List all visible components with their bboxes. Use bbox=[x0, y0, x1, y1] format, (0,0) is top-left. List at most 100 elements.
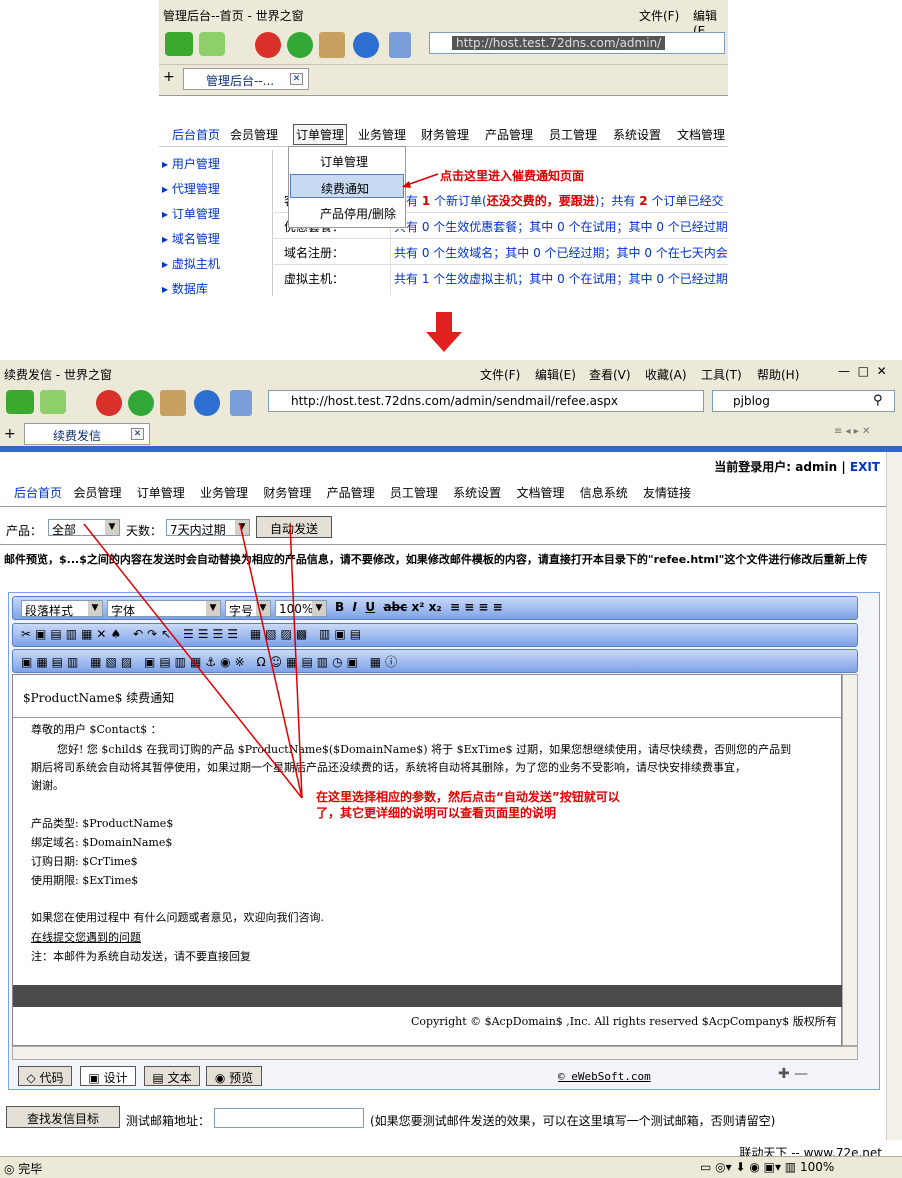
close-icon[interactable]: ✕ bbox=[131, 428, 144, 440]
nav1-docs[interactable]: 文档管理 bbox=[677, 126, 725, 143]
home-icon[interactable] bbox=[319, 32, 345, 58]
mode-preview[interactable]: ◉ 预览 bbox=[206, 1066, 262, 1086]
undo-close-icon[interactable] bbox=[194, 390, 220, 416]
toolbar-edit[interactable]: ✂▣▤▥▦✕♠ ↶↷↖ ☰☰☰☰ ▦▧▨▩ ▥▣▤ bbox=[12, 623, 858, 647]
close-icon[interactable]: ✕ bbox=[290, 73, 303, 85]
stop-icon[interactable] bbox=[255, 32, 281, 58]
toolbar-insert[interactable]: ▣▦▤▥ ▦▧▨ ▣▤▥▦⚓◉※ Ω☺▦▤▥◷▣ ▦ⓘ bbox=[12, 649, 858, 673]
nav1-settings[interactable]: 系统设置 bbox=[613, 126, 661, 143]
editor-content[interactable]: $ProductName$ 续费通知 尊敬的用户 $Contact$ ： 您好!… bbox=[12, 674, 843, 1046]
nav1-staff[interactable]: 员工管理 bbox=[549, 126, 597, 143]
browser2-address[interactable]: http://host.test.72dns.com/admin/sendmai… bbox=[268, 390, 704, 412]
nav2-business[interactable]: 业务管理 bbox=[200, 486, 248, 500]
sidebar-icon[interactable] bbox=[389, 32, 411, 58]
nav2-staff[interactable]: 员工管理 bbox=[390, 486, 438, 500]
left1-order[interactable]: ▸ 订单管理 bbox=[162, 205, 220, 222]
browser1-tab[interactable]: 管理后台--... ✕ bbox=[183, 68, 309, 90]
nav1-finance[interactable]: 财务管理 bbox=[421, 126, 469, 143]
nav2-member[interactable]: 会员管理 bbox=[73, 486, 121, 500]
nav1-home[interactable]: 后台首页 bbox=[172, 126, 220, 143]
menu2-help[interactable]: 帮助(H) bbox=[757, 366, 799, 383]
down-arrow-icon bbox=[426, 312, 462, 352]
mail-copyright: Copyright © $AcpDomain$ ,Inc. All rights… bbox=[411, 1015, 837, 1028]
new-tab-icon[interactable]: + bbox=[4, 426, 16, 442]
product-select[interactable]: 全部 bbox=[48, 519, 120, 537]
product-label: 产品： bbox=[6, 524, 43, 538]
nav2-order[interactable]: 订单管理 bbox=[137, 486, 185, 500]
insert-icons[interactable]: ▣▦▤▥ ▦▧▨ ▣▤▥▦⚓◉※ Ω☺▦▤▥◷▣ ▦ⓘ bbox=[21, 653, 401, 670]
refresh-icon[interactable] bbox=[287, 32, 313, 58]
nav2-finance[interactable]: 财务管理 bbox=[263, 486, 311, 500]
refresh-icon[interactable] bbox=[128, 390, 154, 416]
exit-link[interactable]: EXIT bbox=[850, 460, 880, 474]
home-icon[interactable] bbox=[160, 390, 186, 416]
nav1-business[interactable]: 业务管理 bbox=[358, 126, 406, 143]
sidebar-icon[interactable] bbox=[230, 390, 252, 416]
format-buttons[interactable]: B I U abc x² x₂ ≡ ≡ ≡ ≡ bbox=[335, 600, 503, 614]
auto-send-button[interactable]: 自动发送 bbox=[256, 516, 332, 538]
ewebsoft-link[interactable]: © eWebSoft.com bbox=[558, 1070, 651, 1083]
menu2-edit[interactable]: 编辑(E) bbox=[535, 366, 576, 383]
dropdown-product-disable[interactable]: 产品停用/删除 bbox=[290, 200, 404, 224]
menu2-tools[interactable]: 工具(T) bbox=[701, 366, 742, 383]
left1-domain[interactable]: ▸ 域名管理 bbox=[162, 230, 220, 247]
left1-agent[interactable]: ▸ 代理管理 bbox=[162, 180, 220, 197]
row4-label: 虚拟主机： bbox=[284, 272, 345, 286]
nav2-home[interactable]: 后台首页 bbox=[14, 486, 62, 500]
left1-vhost[interactable]: ▸ 虚拟主机 bbox=[162, 255, 220, 272]
mail-field-date: 订购日期: $CrTime$ bbox=[31, 855, 138, 868]
forward-icon[interactable] bbox=[40, 390, 66, 414]
left1-user[interactable]: ▸ 用户管理 bbox=[162, 155, 220, 172]
font-select[interactable]: 字体 bbox=[107, 600, 221, 618]
resize-icons[interactable]: ✚ — bbox=[778, 1066, 808, 1082]
mode-design[interactable]: ▣ 设计 bbox=[80, 1066, 136, 1086]
left1-db[interactable]: ▸ 数据库 bbox=[162, 280, 208, 297]
mail-field-domain: 绑定域名: $DomainName$ bbox=[31, 836, 173, 849]
zoom-select[interactable]: 100% bbox=[275, 600, 327, 617]
browser1-address[interactable]: http://host.test.72dns.com/admin/ bbox=[429, 32, 725, 54]
nav1-member[interactable]: 会员管理 bbox=[230, 126, 278, 143]
mode-text[interactable]: ▤ 文本 bbox=[144, 1066, 200, 1086]
nav2-info[interactable]: 信息系统 bbox=[580, 486, 628, 500]
nav2-product[interactable]: 产品管理 bbox=[327, 486, 375, 500]
test-email-input[interactable] bbox=[214, 1108, 364, 1128]
stop-icon[interactable] bbox=[96, 390, 122, 416]
menu2-fav[interactable]: 收藏(A) bbox=[645, 366, 687, 383]
days-select[interactable]: 7天内过期 bbox=[166, 519, 250, 537]
editor-scrollbar[interactable] bbox=[842, 674, 858, 1046]
status-icons[interactable]: ▭ ◎▾ ⬇ ◉ ▣▾ ▥ 100% bbox=[700, 1160, 834, 1174]
undo-close-icon[interactable] bbox=[353, 32, 379, 58]
nav2-settings[interactable]: 系统设置 bbox=[453, 486, 501, 500]
editor-hscrollbar[interactable] bbox=[12, 1046, 858, 1060]
search-icon[interactable]: ⚲ bbox=[873, 393, 883, 408]
menu2-view[interactable]: 查看(V) bbox=[589, 366, 631, 383]
new-tab-icon[interactable]: + bbox=[163, 69, 175, 85]
find-target-button[interactable]: 查找发信目标 bbox=[6, 1106, 120, 1128]
forward-icon[interactable] bbox=[199, 32, 225, 56]
size-select[interactable]: 字号 bbox=[225, 600, 271, 618]
page-scrollbar[interactable] bbox=[886, 452, 902, 1140]
dropdown-renew-notice[interactable]: 续费通知 bbox=[290, 174, 404, 198]
mail-field-type: 产品类型: $ProductName$ bbox=[31, 817, 174, 830]
menu-file[interactable]: 文件(F) bbox=[639, 7, 679, 24]
tab-nav-icons[interactable]: ≡ ◂ ▸ ✕ bbox=[834, 426, 870, 437]
mode-code[interactable]: ◇ 代码 bbox=[18, 1066, 72, 1086]
nav1-order[interactable]: 订单管理 bbox=[293, 124, 348, 145]
dropdown-order-manage[interactable]: 订单管理 bbox=[290, 148, 404, 172]
edit-icons[interactable]: ✂▣▤▥▦✕♠ ↶↷↖ ☰☰☰☰ ▦▧▨▩ ▥▣▤ bbox=[21, 627, 365, 641]
mail-body2: 期后将司系统会自动将其暂停使用，如果过期一个星期后产品还没续费的话，系统将自动将… bbox=[31, 761, 746, 774]
back-icon[interactable] bbox=[6, 390, 34, 414]
menu2-file[interactable]: 文件(F) bbox=[480, 366, 520, 383]
search-input[interactable]: pjblog bbox=[712, 390, 895, 412]
nav1-product[interactable]: 产品管理 bbox=[485, 126, 533, 143]
mail-link[interactable]: 在线提交您遇到的问题 bbox=[31, 929, 141, 945]
browser1-title: 管理后台--首页 - 世界之窗 bbox=[163, 9, 304, 23]
days-label: 天数： bbox=[126, 524, 163, 538]
nav2-links[interactable]: 友情链接 bbox=[643, 486, 691, 500]
back-icon[interactable] bbox=[165, 32, 193, 56]
para-style-select[interactable]: 段落样式 bbox=[21, 600, 103, 618]
browser2-tab[interactable]: 续费发信 ✕ bbox=[24, 423, 150, 445]
window-controls[interactable]: — □ ✕ bbox=[838, 364, 887, 378]
nav2-docs[interactable]: 文档管理 bbox=[516, 486, 564, 500]
annotation-1-arrow bbox=[402, 173, 439, 188]
